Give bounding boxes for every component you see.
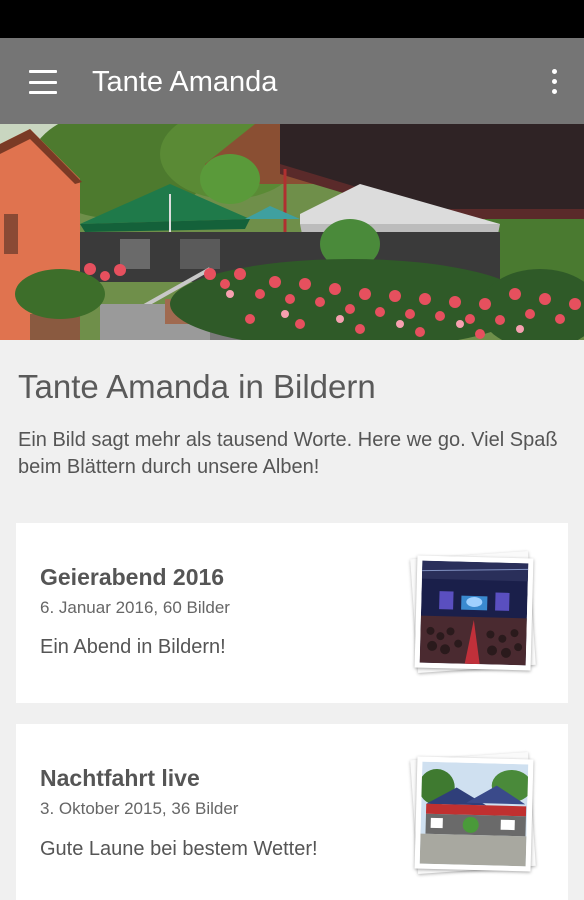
album-description: Ein Abend in Bildern! <box>40 636 226 658</box>
album-card[interactable]: Nachtfahrt live 3. Oktober 2015, 36 Bild… <box>16 724 568 900</box>
more-vert-icon[interactable] <box>544 63 564 99</box>
album-thumbnail[interactable] <box>410 551 538 677</box>
album-meta: 6. Januar 2016, 60 Bilder <box>40 598 230 617</box>
album-title: Nachtfahrt live <box>40 765 200 791</box>
album-thumbnail[interactable] <box>410 752 538 878</box>
section-title: Tante Amanda in Bildern <box>18 368 376 405</box>
album-card[interactable]: Geierabend 2016 6. Januar 2016, 60 Bilde… <box>16 523 568 703</box>
status-bar <box>0 0 584 38</box>
album-title: Geierabend 2016 <box>40 564 225 590</box>
section-description: Ein Bild sagt mehr als tausend Worte. He… <box>18 429 558 478</box>
app-title: Tante Amanda <box>92 66 278 98</box>
app-bar: Tante Amanda <box>0 38 584 124</box>
hamburger-menu-icon[interactable] <box>22 65 64 99</box>
album-description: Gute Laune bei bestem Wetter! <box>40 838 318 860</box>
hero-image <box>0 124 584 340</box>
album-meta: 3. Oktober 2015, 36 Bilder <box>40 799 239 818</box>
